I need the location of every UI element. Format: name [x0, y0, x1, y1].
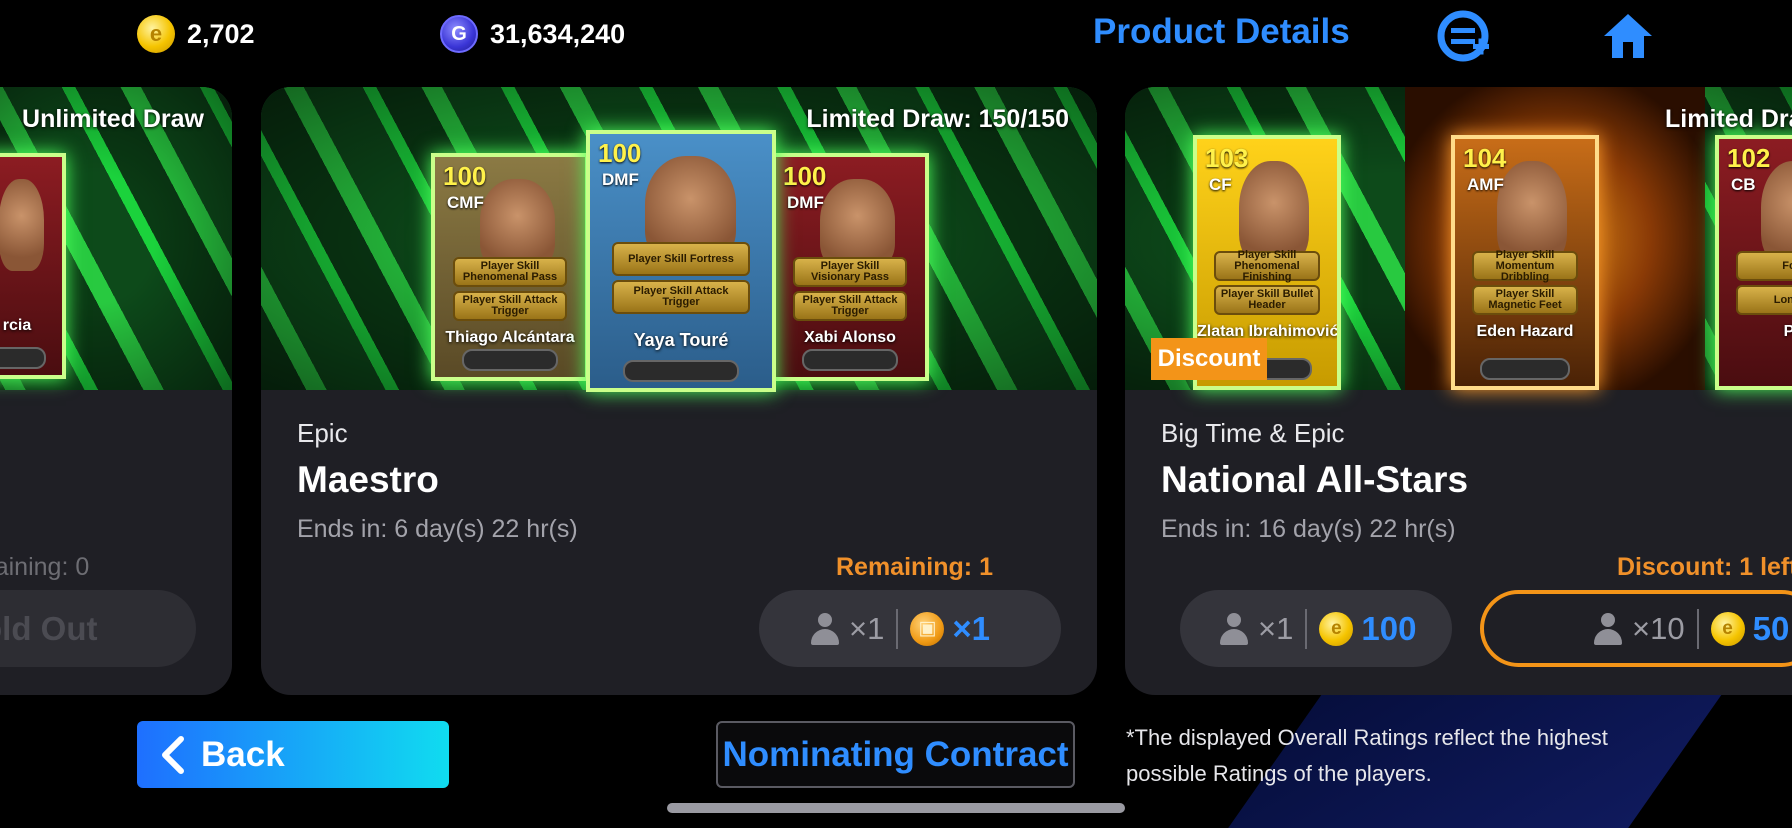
- draw-label: Limited Draw: 150/150: [806, 105, 1069, 133]
- player-position: DMF: [602, 170, 639, 189]
- player-position: CF: [1209, 175, 1232, 194]
- player-skill: Player Skill Phenomenal Finishing: [1213, 249, 1321, 282]
- card-footer: [462, 349, 558, 371]
- draw-cost: ×1: [952, 609, 990, 647]
- nominating-contract-label: Nominating Contract: [722, 734, 1069, 774]
- remaining-label: emaining: 0: [0, 553, 90, 581]
- divider: [1696, 608, 1699, 649]
- efootball-coin-icon: e: [1319, 611, 1354, 646]
- card-footer: [622, 360, 740, 382]
- card-category: Epic: [297, 418, 348, 448]
- player-rating: 100: [443, 161, 487, 191]
- sold-out-button: Sold Out: [0, 590, 196, 667]
- card-footer: [0, 347, 46, 369]
- discount-badge: Discount: [1151, 338, 1267, 380]
- back-label: Back: [201, 734, 285, 774]
- player-skill: Player Skill Attack Trigger: [793, 291, 907, 321]
- discount-remaining-label: Discount: 1 left: [1617, 553, 1792, 581]
- player-rating: 103: [1205, 143, 1249, 173]
- player-portrait: [1761, 161, 1792, 265]
- card-category: Big Time & Epic: [1161, 418, 1345, 448]
- player-skill: Player Skill Visionary Pass: [793, 257, 907, 287]
- nominating-contract-button[interactable]: Nominating Contract: [716, 721, 1075, 788]
- draw-count: ×10: [1632, 610, 1685, 646]
- product-card-left[interactable]: rcia Unlimited Draw emaining: 0 Sold Out: [0, 87, 232, 695]
- player-skill: Player Skill Attack Trigger: [611, 280, 751, 314]
- player-name: Eden Hazard: [1476, 323, 1574, 340]
- card-banner: 100 CMF Player Skill Phenomenal Pass Pla…: [261, 87, 1097, 392]
- card-ends: Ends in: 16 day(s) 22 hr(s): [1161, 515, 1456, 543]
- draw-cost: 100: [1361, 609, 1417, 647]
- player-rating: 100: [598, 138, 642, 168]
- player-card: 100 DMF Player Skill Visionary Pass Play…: [771, 153, 929, 381]
- divider: [896, 608, 899, 649]
- home-indicator[interactable]: [667, 803, 1125, 813]
- player-name: Thiago Alcántara: [445, 329, 575, 346]
- coins-balance: e 2,702: [137, 14, 255, 54]
- draw-count: ×1: [849, 610, 885, 646]
- player-position: CMF: [447, 193, 484, 212]
- player-rating: 102: [1727, 143, 1771, 173]
- player-skill: Player Skill Phenomenal Pass: [453, 257, 567, 287]
- home-icon[interactable]: [1600, 10, 1656, 62]
- player-card: 100 DMF Player Skill Fortress Player Ski…: [586, 130, 776, 392]
- add-coins-icon[interactable]: [1437, 10, 1493, 62]
- draw-count: ×1: [1258, 610, 1294, 646]
- player-skill: Player Skill Fortress: [611, 242, 751, 276]
- draw-button[interactable]: ×1 ▣ ×1: [759, 590, 1061, 667]
- player-card: 104 AMF Player Skill Momentum Dribbling …: [1451, 135, 1599, 390]
- player-skill: Player Skill Magnetic Feet: [1471, 285, 1579, 315]
- product-card-maestro[interactable]: 100 CMF Player Skill Phenomenal Pass Pla…: [261, 87, 1097, 695]
- draw-label: Unlimited Draw: [22, 105, 204, 133]
- player-portrait: [0, 179, 44, 271]
- draw-x1-button[interactable]: ×1 e 100: [1180, 590, 1452, 667]
- player-skill: Player Skill Momentum Dribbling: [1471, 249, 1579, 282]
- coins-value: 2,702: [187, 18, 255, 49]
- card-title: Maestro: [297, 459, 439, 500]
- sold-out-label: Sold Out: [0, 609, 98, 647]
- player-name: Xabi Alonso: [804, 329, 896, 346]
- card-title: National All-Stars: [1161, 459, 1469, 500]
- player-card: 100 CMF Player Skill Phenomenal Pass Pla…: [431, 153, 589, 381]
- draw-cost: 50: [1752, 609, 1790, 647]
- player-rating: 104: [1463, 143, 1507, 173]
- draw-label: Limited Dra: [1665, 105, 1792, 133]
- page-title: Product Details: [1093, 12, 1350, 51]
- player-skill: Fo: [1735, 251, 1792, 281]
- player-rating: 100: [783, 161, 827, 191]
- player-name: Yaya Touré: [633, 330, 729, 350]
- card-banner: 103 CF Player Skill Phenomenal Finishing…: [1125, 87, 1792, 390]
- gp-balance: G 31,634,240: [440, 14, 625, 54]
- person-icon: [811, 612, 839, 645]
- remaining-label: Remaining: 1: [836, 553, 993, 581]
- ratings-disclaimer: *The displayed Overall Ratings reflect t…: [1126, 725, 1608, 787]
- top-bar: e 2,702 G 31,634,240 Product Details: [0, 0, 1792, 70]
- back-button[interactable]: Back: [137, 721, 449, 788]
- player-card: 102 CB Fo Long- P: [1715, 135, 1792, 390]
- chevron-left-icon: [162, 735, 184, 774]
- player-name: P: [1719, 323, 1792, 341]
- person-icon: [1594, 612, 1622, 645]
- gp-icon: G: [440, 15, 478, 53]
- player-position: DMF: [787, 193, 824, 212]
- player-card: rcia: [0, 153, 66, 379]
- gift-ticket-icon: ▣: [910, 611, 945, 646]
- card-ends: Ends in: 6 day(s) 22 hr(s): [297, 515, 578, 543]
- player-position: AMF: [1467, 175, 1504, 194]
- efootball-coin-icon: e: [137, 15, 175, 53]
- player-skill: Player Skill Bullet Header: [1213, 285, 1321, 315]
- efootball-coin-icon: e: [1710, 611, 1745, 646]
- divider: [1305, 608, 1308, 649]
- player-skill: Long-: [1735, 285, 1792, 315]
- card-banner: rcia Unlimited Draw: [0, 87, 232, 390]
- gp-value: 31,634,240: [490, 18, 626, 49]
- card-footer: [1480, 358, 1570, 380]
- player-name: rcia: [2, 317, 32, 334]
- player-skill: Player Skill Attack Trigger: [453, 291, 567, 321]
- draw-x10-button[interactable]: ×10 e 50: [1480, 590, 1792, 667]
- person-icon: [1220, 612, 1248, 645]
- player-position: CB: [1731, 175, 1756, 194]
- card-footer: [802, 349, 898, 371]
- product-card-national-all-stars[interactable]: 103 CF Player Skill Phenomenal Finishing…: [1125, 87, 1792, 695]
